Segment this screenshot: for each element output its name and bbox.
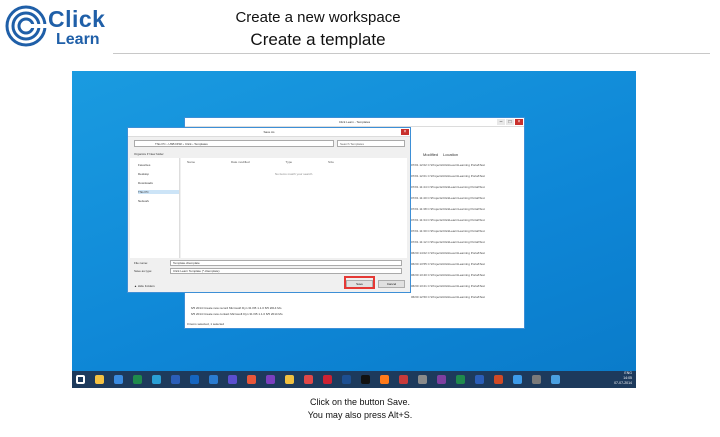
- filename-field[interactable]: Template.cltemplate: [170, 260, 402, 266]
- slide: Click Learn Create a new workspace Creat…: [0, 0, 720, 437]
- hide-folders-toggle[interactable]: ▲ Hide Folders: [134, 284, 155, 288]
- word-icon[interactable]: [169, 374, 182, 385]
- chrome-icon[interactable]: [302, 374, 315, 385]
- column-size[interactable]: Size: [328, 160, 334, 164]
- word2-icon[interactable]: [473, 374, 486, 385]
- maximize-icon[interactable]: □: [506, 119, 514, 125]
- column-name[interactable]: Name: [187, 160, 195, 164]
- minimize-icon[interactable]: –: [497, 119, 505, 125]
- powershell-icon[interactable]: [340, 374, 353, 385]
- save-dialog-title: Save As: [128, 128, 410, 137]
- app2-icon[interactable]: [397, 374, 410, 385]
- list-item[interactable]: 6/5 2014 Create new contact Microsoft Dy…: [191, 312, 283, 316]
- list-item[interactable]: 07/01 11:12 C:\Projects\ClickLearn\Learn…: [411, 240, 485, 244]
- app4-icon[interactable]: [530, 374, 543, 385]
- save-button-highlight: [344, 276, 375, 289]
- cancel-button[interactable]: Cancel: [378, 280, 405, 288]
- save-as-dialog: Save As × This PC › USB DISK › Click › T…: [127, 127, 411, 293]
- status-bar: 0 items selected, 1 selected: [187, 322, 225, 326]
- excel-icon[interactable]: [131, 374, 144, 385]
- column-date[interactable]: Date modified: [231, 160, 250, 164]
- nav-item-downloads[interactable]: Downloads: [138, 181, 179, 185]
- list-item[interactable]: 07/01 11:40 C:\Projects\ClickLearn\Learn…: [411, 196, 485, 200]
- app5-icon[interactable]: [549, 374, 562, 385]
- desktop-screenshot: Click Learn - Templates – □ × Modified L…: [72, 71, 636, 388]
- save-dialog-controls: ×: [401, 129, 409, 135]
- app3-icon[interactable]: [511, 374, 524, 385]
- page-subtitle: Create a template: [250, 30, 386, 49]
- ppt-icon[interactable]: [492, 374, 505, 385]
- close-icon[interactable]: ×: [515, 119, 523, 125]
- page-title: Create a new workspace: [235, 9, 401, 26]
- nav-item-favorites[interactable]: Favorites: [138, 163, 179, 167]
- onenote-icon[interactable]: [435, 374, 448, 385]
- list-item[interactable]: 07/01 11:30 C:\Projects\ClickLearn\Learn…: [411, 229, 485, 233]
- file-list: Name Date modified Type Size No items ma…: [181, 158, 407, 258]
- header-divider: [113, 53, 710, 54]
- save-type-label: Save as type:: [134, 269, 153, 273]
- list-item[interactable]: 07/01 12:01 C:\Projects\ClickLearn\Learn…: [411, 174, 485, 178]
- nav-item-network[interactable]: Network: [138, 199, 179, 203]
- folder-icon[interactable]: [283, 374, 296, 385]
- column-header-location[interactable]: Location: [443, 152, 458, 157]
- tray-date[interactable]: 07-07-2014: [614, 381, 632, 386]
- list-item[interactable]: 07/01 11:34 C:\Projects\ClickLearn\Learn…: [411, 218, 485, 222]
- templates-window-title: Click Learn - Templates: [185, 118, 524, 127]
- start-icon[interactable]: [74, 374, 87, 385]
- vs-icon[interactable]: [264, 374, 277, 385]
- list-item[interactable]: 06/30 13:55 C:\Projects\ClickLearn\Learn…: [411, 262, 485, 266]
- column-header-modified[interactable]: Modified: [423, 152, 438, 157]
- list-item[interactable]: 07/01 11:44 C:\Projects\ClickLearn\Learn…: [411, 185, 485, 189]
- nav-item-this-pc[interactable]: This PC: [138, 190, 179, 194]
- templates-window-controls: – □ ×: [497, 119, 523, 125]
- excel2-icon[interactable]: [454, 374, 467, 385]
- snip-icon[interactable]: [416, 374, 429, 385]
- close-icon[interactable]: ×: [401, 129, 409, 135]
- empty-message: No items match your search.: [274, 172, 314, 176]
- lync-icon[interactable]: [207, 374, 220, 385]
- cmd-icon[interactable]: [359, 374, 372, 385]
- column-type[interactable]: Type: [286, 160, 293, 164]
- organize-toolbar[interactable]: Organize ▾ New folder: [134, 152, 164, 156]
- list-item[interactable]: 06/30 14:02 C:\Projects\ClickLearn\Learn…: [411, 251, 485, 255]
- navigation-pane: Favorites Desktop Downloads This PC Netw…: [130, 158, 180, 258]
- save-type-select[interactable]: Click Learn Template (*.cltemplate): [170, 268, 402, 274]
- outlook-icon[interactable]: [188, 374, 201, 385]
- list-item[interactable]: 06/30 13:40 C:\Projects\ClickLearn\Learn…: [411, 273, 485, 277]
- ax-icon[interactable]: [226, 374, 239, 385]
- firefox-icon[interactable]: [378, 374, 391, 385]
- search-input[interactable]: Search Templates: [337, 140, 405, 147]
- address-bar[interactable]: This PC › USB DISK › Click › Templates: [134, 140, 334, 147]
- list-item[interactable]: 07/01 12:02 C:\Projects\ClickLearn\Learn…: [411, 163, 485, 167]
- taskbar: [72, 371, 636, 388]
- list-item[interactable]: 06/30 13:21 C:\Projects\ClickLearn\Learn…: [411, 284, 485, 288]
- instruction-line-2: You may also press Alt+S.: [307, 410, 413, 420]
- ie-icon[interactable]: [112, 374, 125, 385]
- paint-icon[interactable]: [245, 374, 258, 385]
- nav-item-desktop[interactable]: Desktop: [138, 172, 179, 176]
- file-list-header: Name Date modified Type Size: [181, 158, 407, 164]
- filename-label: File name:: [134, 261, 149, 265]
- list-item[interactable]: 06/30 12:50 C:\Projects\ClickLearn\Learn…: [411, 295, 485, 299]
- list-item[interactable]: 07/01 11:38 C:\Projects\ClickLearn\Learn…: [411, 207, 485, 211]
- store-icon[interactable]: [150, 374, 163, 385]
- explorer-icon[interactable]: [93, 374, 106, 385]
- system-tray: ENG 14:05 07-07-2014: [614, 371, 632, 386]
- instruction-line-1: Click on the button Save.: [309, 397, 411, 407]
- app-icon[interactable]: [321, 374, 334, 385]
- list-item[interactable]: 6/5 2014 Create new record Microsoft Dyn…: [191, 306, 281, 310]
